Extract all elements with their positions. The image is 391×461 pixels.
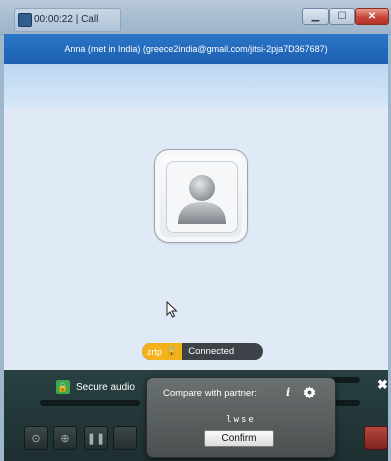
lock-icon: 🔒 (56, 380, 70, 394)
avatar-icon (178, 175, 226, 224)
dialpad-icon: ⊙ (31, 432, 41, 445)
conference-button[interactable]: ⊕ (53, 426, 77, 450)
app-icon (18, 13, 32, 27)
minimize-button[interactable]: ▁ (302, 8, 329, 25)
title-bar: 00:00:22 | Call ▁ ☐ ✕ (0, 0, 391, 35)
pause-icon: ❚❚ (86, 432, 106, 445)
call-status: Connected (188, 346, 235, 357)
call-area (4, 108, 388, 378)
dialpad-button[interactable]: ⊙ (24, 426, 48, 450)
confirm-button[interactable]: Confirm (204, 430, 274, 447)
encryption-badge[interactable]: zrtp 🔒 (142, 343, 183, 360)
close-window-button[interactable]: ✕ (355, 8, 389, 25)
secure-audio-label: Secure audio (76, 381, 135, 393)
sas-popup: Compare with partner: i lwse Confirm (146, 377, 336, 458)
lock-icon: 🔒 (166, 346, 178, 356)
hangup-button[interactable] (364, 426, 388, 450)
close-icon[interactable]: ✖ (377, 377, 388, 393)
progress-slider[interactable] (40, 400, 140, 406)
window-title: 00:00:22 | Call (34, 14, 99, 25)
call-window: 00:00:22 | Call ▁ ☐ ✕ Anna (met in India… (0, 0, 391, 461)
contact-bar: Anna (met in India) (greece2india@gmail.… (4, 34, 388, 64)
sas-code: lwse (226, 415, 256, 425)
maximize-button[interactable]: ☐ (329, 8, 355, 25)
mute-button[interactable] (113, 426, 137, 450)
contact-subheader (4, 64, 388, 108)
close-icon: ✕ (367, 11, 377, 22)
info-icon[interactable]: i (286, 386, 290, 399)
maximize-icon: ☐ (337, 11, 347, 22)
conference-icon: ⊕ (60, 432, 70, 445)
secure-audio-indicator: 🔒 Secure audio (56, 380, 135, 394)
gear-icon[interactable] (303, 386, 316, 399)
encryption-label: zrtp (147, 346, 163, 357)
popup-title: Compare with partner: (163, 388, 257, 399)
hold-button[interactable]: ❚❚ (84, 426, 108, 450)
contact-name: Anna (met in India) (greece2india@gmail.… (64, 44, 328, 54)
avatar (155, 150, 247, 242)
mouse-cursor-icon (166, 301, 178, 318)
call-status-pill: zrtp 🔒 Connected (142, 343, 263, 360)
minimize-icon: ▁ (311, 11, 320, 22)
